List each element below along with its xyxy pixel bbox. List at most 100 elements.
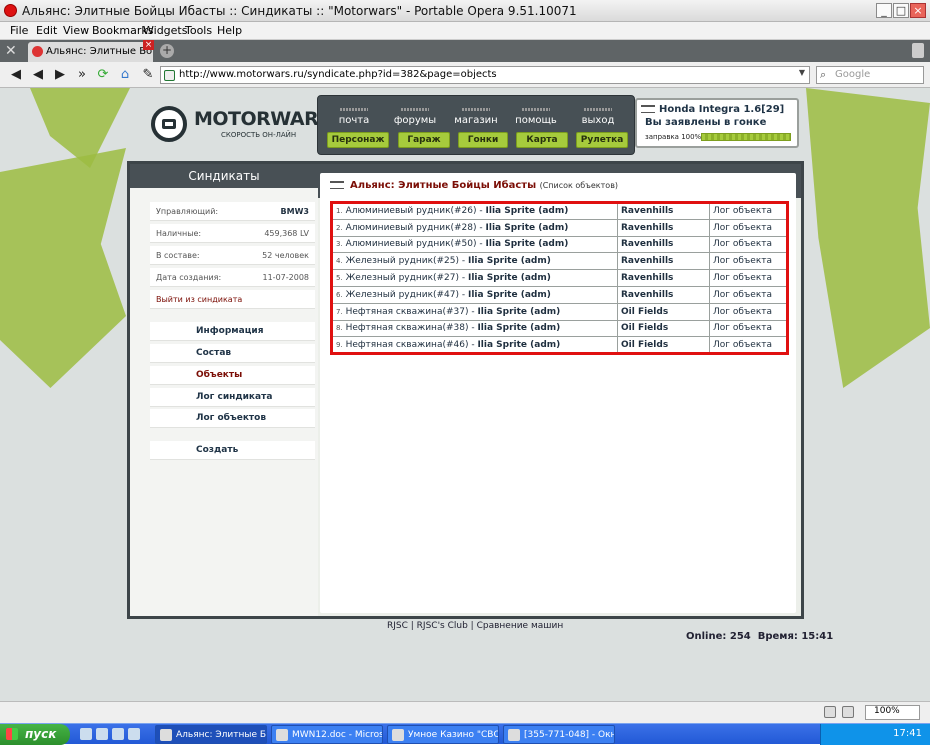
leave-syndicate-link[interactable]: Выйти из синдиката [150,290,315,309]
owner-link[interactable]: Ilia Sprite (adm) [477,340,560,350]
nav-mail[interactable]: почта [324,108,384,126]
location-cell: Ravenhills [617,218,710,237]
menu-tools[interactable]: Tools [185,24,212,37]
site-header: MOTORWARS.RU СКОРОСТЬ ОН-ЛАЙН почта фору… [126,88,806,158]
fast-forward-button[interactable]: » [74,67,90,83]
object-log-link[interactable]: Лог объекта [709,336,788,355]
location-cell: Oil Fields [617,319,710,338]
owner-link[interactable]: Ilia Sprite (adm) [468,256,551,266]
object-log-link[interactable]: Лог объекта [709,252,788,271]
object-log-link[interactable]: Лог объекта [709,235,788,254]
sidebar-link-members[interactable]: Состав [150,344,315,363]
zoom-select[interactable]: 100% [865,705,920,720]
info-key: Наличные: [156,229,202,238]
background-splash-left [0,148,126,388]
table-row: 7. Нефтяная скважина(#37) - Ilia Sprite … [331,302,788,321]
nav-roulette-button[interactable]: Рулетка [576,132,628,148]
object-log-link[interactable]: Лог объекта [709,202,788,220]
quicklaunch-icon[interactable] [80,728,92,740]
nav-help[interactable]: помощь [506,108,566,126]
maximize-button[interactable]: □ [893,3,909,18]
new-tab-button[interactable]: + [160,44,174,58]
owner-link[interactable]: Ilia Sprite (adm) [468,273,551,283]
object-log-link[interactable]: Лог объекта [709,269,788,287]
sidebar-link-info[interactable]: Информация [150,322,315,341]
reload-button[interactable]: ⟳ [95,67,111,83]
minimize-button[interactable]: _ [876,3,892,18]
footer-link-rjsc[interactable]: RJSC [387,621,408,631]
nav-character-button[interactable]: Персонаж [327,132,389,148]
background-splash-right [806,88,930,388]
owner-link[interactable]: Ilia Sprite (adm) [477,323,560,333]
row-number: 9. [336,340,343,349]
back-button[interactable]: ◀ [30,67,46,83]
tools-icon[interactable]: ✕ [5,43,23,59]
object-name: Алюминиевый рудник(#50) - [345,239,483,250]
browser-tab[interactable]: Альянс: Элитные Бойц... [28,42,153,62]
nav-garage-button[interactable]: Гараж [398,132,450,148]
row-number: 6. [336,290,343,299]
info-key: Управляющий: [156,207,219,216]
back-small-icon[interactable]: ◀ [8,67,24,83]
footer-link-compare[interactable]: Сравнение машин [477,621,564,631]
sidebar-link-objects-log[interactable]: Лог объектов [150,409,315,428]
site-icon [164,70,175,81]
object-log-link[interactable]: Лог объекта [709,285,788,304]
menu-help[interactable]: Help [217,24,242,37]
owner-link[interactable]: Ilia Sprite (adm) [486,239,569,249]
logo-subtitle: СКОРОСТЬ ОН-ЛАЙН [221,131,297,139]
site-logo[interactable]: MOTORWARS.RU СКОРОСТЬ ОН-ЛАЙН [151,106,368,146]
location-cell: Oil Fields [617,336,710,355]
object-log-link[interactable]: Лог объекта [709,319,788,338]
sidebar-link-syndicate-log[interactable]: Лог синдиката [150,388,315,407]
nav-exit[interactable]: выход [568,108,628,126]
start-button[interactable]: пуск [0,724,70,745]
taskbar-item-word[interactable]: MWN12.doc - Microso... [271,725,383,744]
owner-link[interactable]: Ilia Sprite (adm) [468,290,551,300]
info-value[interactable]: BMW3 [281,207,309,216]
menu-edit[interactable]: Edit [36,24,57,37]
car-name[interactable]: Honda Integra 1.6[29] [659,104,784,115]
close-button[interactable]: × [910,3,926,18]
camera-icon[interactable] [842,706,854,718]
owner-link[interactable]: Ilia Sprite (adm) [486,206,569,216]
edit-icon[interactable]: ✎ [140,67,156,83]
address-bar[interactable]: http://www.motorwars.ru/syndicate.php?id… [160,66,810,84]
object-log-link[interactable]: Лог объекта [709,218,788,237]
menu-bar: File Edit View Bookmarks Widgets Tools H… [0,22,930,40]
taskbar-item-casino[interactable]: Умное Казино "СВО... [387,725,499,744]
nav-forums[interactable]: форумы [385,108,445,126]
forward-button[interactable]: ▶ [52,67,68,83]
quicklaunch-icon[interactable] [112,728,124,740]
owner-link[interactable]: Ilia Sprite (adm) [477,307,560,317]
tab-close-button[interactable]: × [143,40,154,50]
nav-shop[interactable]: магазин [446,108,506,126]
table-row: 9. Нефтяная скважина(#46) - Ilia Sprite … [331,336,788,355]
search-icon: ⌕ [820,68,827,81]
nav-races-button[interactable]: Гонки [458,132,508,148]
menu-view[interactable]: View [63,24,89,37]
row-number: 8. [336,324,343,333]
row-number: 7. [336,307,343,316]
create-syndicate-link[interactable]: Создать [150,441,315,460]
quicklaunch-icon[interactable] [128,728,140,740]
location-cell: Ravenhills [617,269,710,287]
sidebar-link-objects[interactable]: Объекты [150,366,315,385]
taskbar-item-opera[interactable]: Альянс: Элитные Бо... [155,725,267,744]
owner-link[interactable]: Ilia Sprite (adm) [486,223,569,233]
object-log-link[interactable]: Лог объекта [709,302,788,321]
menu-file[interactable]: File [10,24,28,37]
search-field[interactable]: ⌕ Google [816,66,924,84]
address-dropdown-icon[interactable]: ▼ [796,68,808,82]
panel-toggle-icon[interactable] [824,706,836,718]
menu-widgets[interactable]: Widgets [143,24,187,37]
fuel-bar [701,133,791,141]
footer-link-club[interactable]: RJSC's Club [417,621,468,631]
navigation-bar: ◀ ◀ ▶ » ⟳ ⌂ ✎ http://www.motorwars.ru/sy… [0,62,930,88]
quicklaunch-icon[interactable] [96,728,108,740]
taskbar-item-chat[interactable]: [355-771-048] - Окн... [503,725,615,744]
nav-map-button[interactable]: Карта [516,132,568,148]
trash-icon[interactable] [912,43,924,58]
page-title: Альянс: Элитные Бойцы Ибасты (Список объ… [350,180,618,191]
home-button[interactable]: ⌂ [117,67,133,83]
